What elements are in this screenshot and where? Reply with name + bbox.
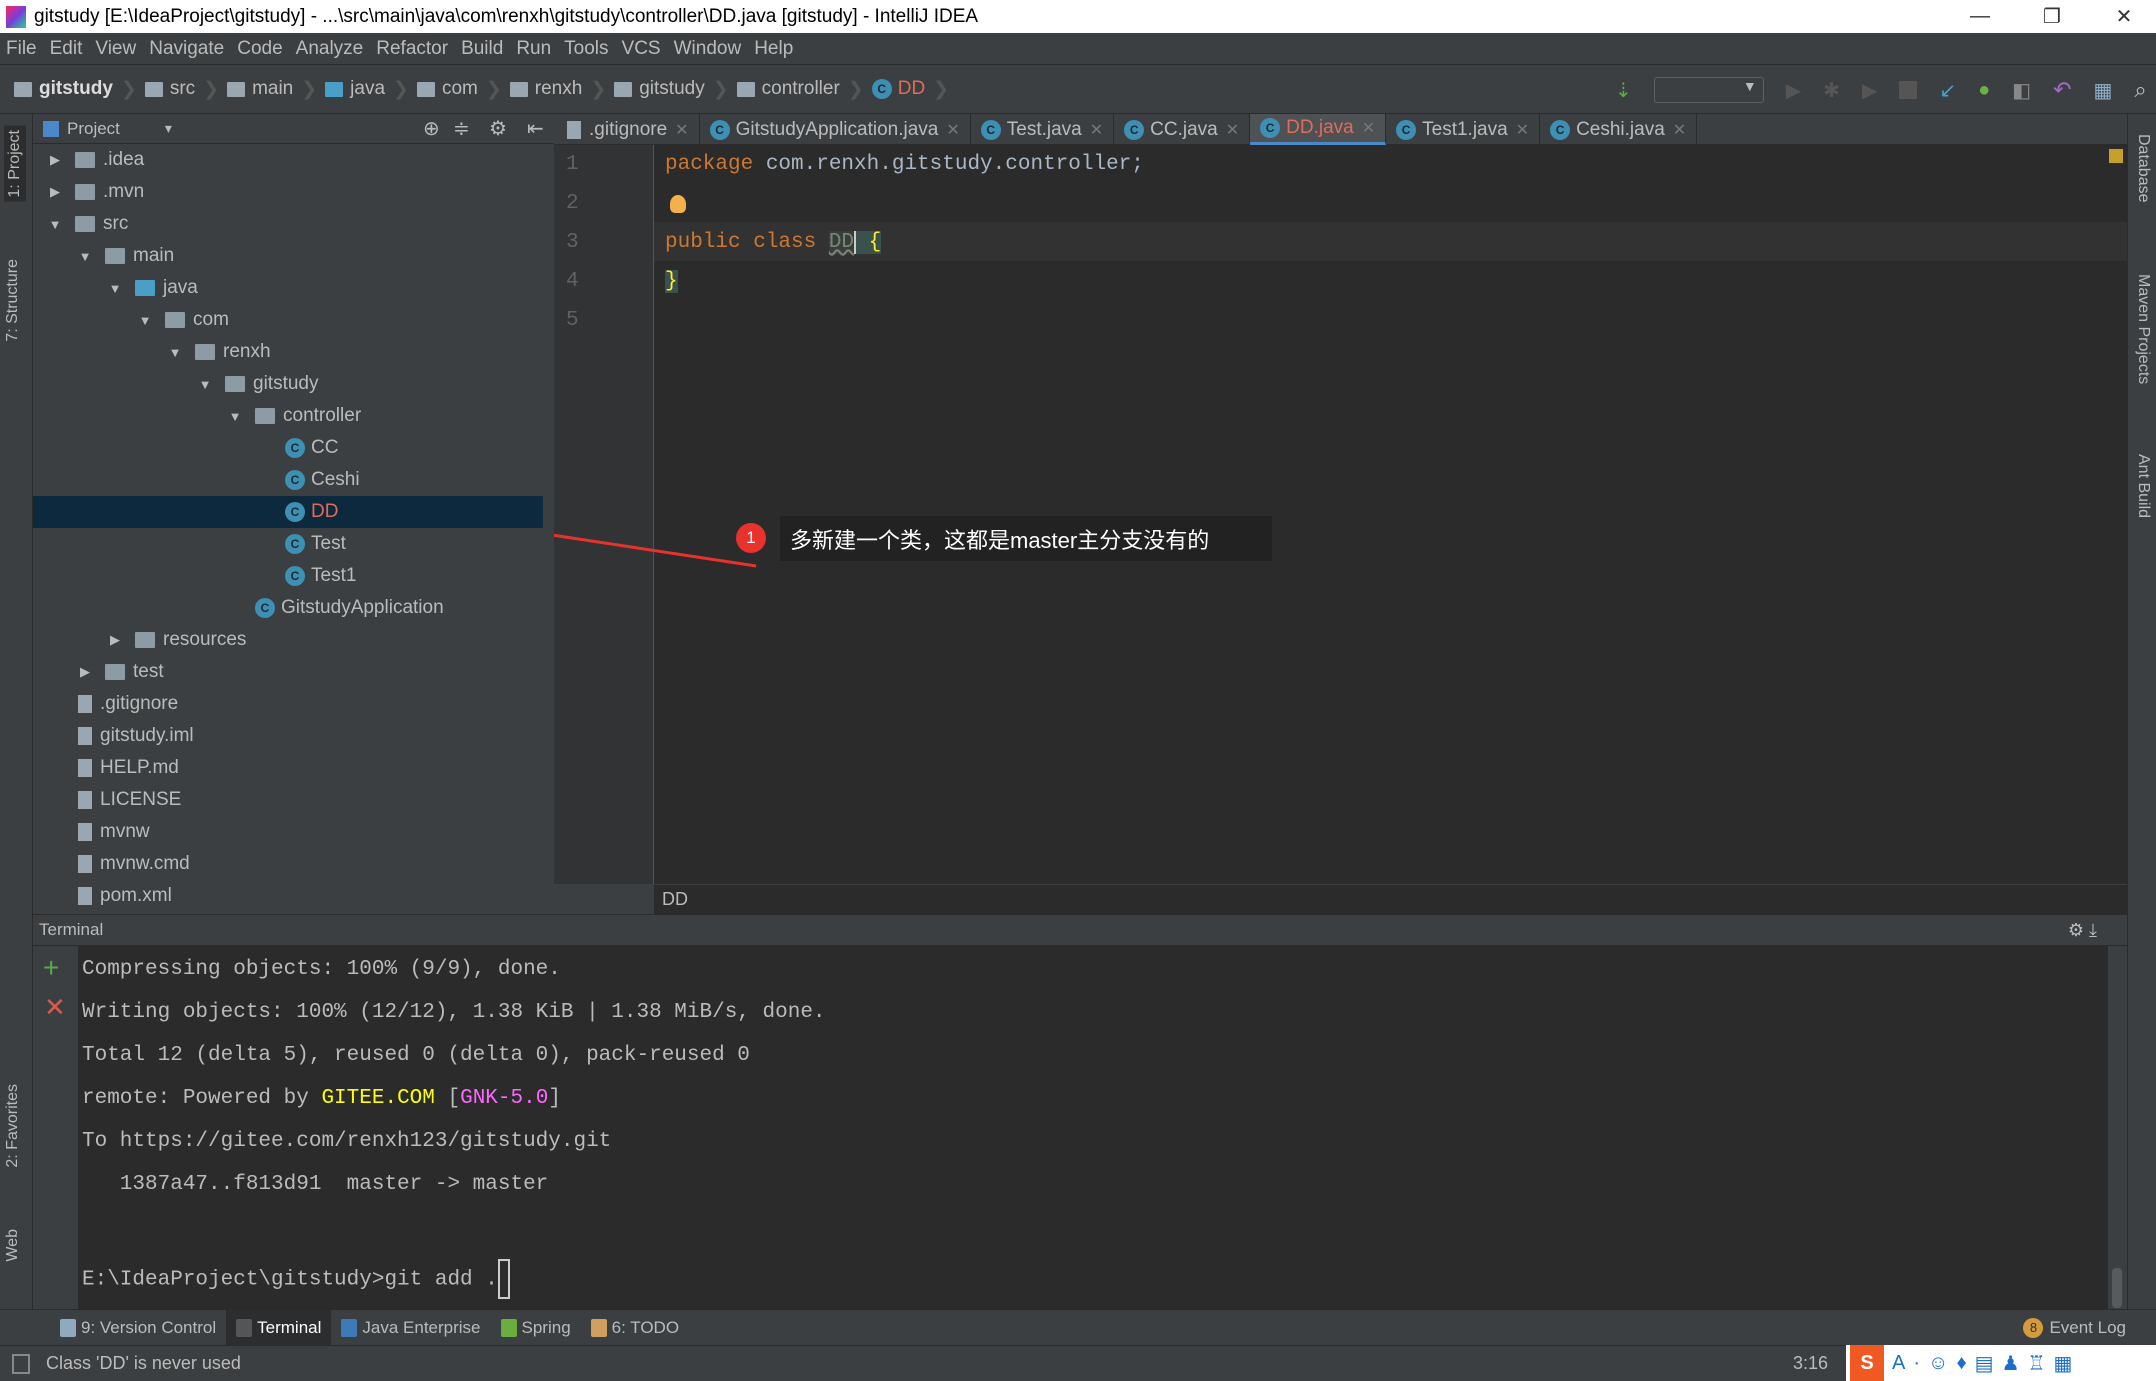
file-icon	[78, 727, 92, 745]
folder-icon	[135, 632, 155, 648]
chevron-right-icon[interactable]: ▶	[105, 632, 125, 648]
chevron-down-icon[interactable]: ▼	[165, 345, 185, 360]
chevron-down-icon[interactable]: ▼	[105, 281, 125, 296]
tree-item-test1[interactable]: C Test1	[33, 560, 543, 592]
tree-item-label: Ceshi	[311, 469, 360, 490]
class-icon: C	[285, 566, 305, 586]
tree-item-gitstudyapplication[interactable]: C GitstudyApplication	[33, 592, 543, 624]
tree-item-test[interactable]: C Test	[33, 528, 543, 560]
annotation-badge: 1	[736, 523, 766, 553]
file-icon	[78, 695, 92, 713]
tree-item-com[interactable]: ▼ com	[33, 304, 543, 336]
chevron-down-icon[interactable]: ▼	[75, 249, 95, 264]
tree-item-label: LICENSE	[100, 789, 182, 810]
tree-item-java[interactable]: ▼ java	[33, 272, 543, 304]
file-icon	[78, 791, 92, 809]
tree-item--gitignore[interactable]: .gitignore	[33, 688, 543, 720]
tree-item-label: mvnw.cmd	[100, 853, 190, 874]
file-icon	[78, 759, 92, 777]
tree-item-label: mvnw	[100, 821, 150, 842]
project-tree: ▶ .idea ▶ .mvn ▼ src ▼ main ▼ java ▼ com ▼ renxh ▼ gits…	[33, 144, 554, 914]
tree-item-cc[interactable]: C CC	[33, 432, 543, 464]
tree-item-test[interactable]: ▶ test	[33, 656, 543, 688]
tree-item-gitstudy[interactable]: ▼ gitstudy	[33, 368, 543, 400]
tree-item-label: main	[133, 245, 175, 266]
tree-item-label: Test	[311, 533, 346, 554]
tree-item-label: gitstudy	[253, 373, 319, 394]
file-icon	[78, 887, 92, 905]
tree-item-resources[interactable]: ▶ resources	[33, 624, 543, 656]
class-icon: C	[285, 502, 305, 522]
tree-item-pom-xml[interactable]: pom.xml	[33, 880, 543, 912]
chevron-right-icon[interactable]: ▶	[45, 184, 65, 200]
tree-item-dd[interactable]: C DD	[33, 496, 543, 528]
tree-item-label: .idea	[103, 149, 145, 170]
chevron-down-icon[interactable]: ▼	[135, 313, 155, 328]
class-icon: C	[255, 598, 275, 618]
class-icon: C	[285, 470, 305, 490]
folder-icon	[105, 248, 125, 264]
tree-item-src[interactable]: ▼ src	[33, 208, 543, 240]
folder-icon	[75, 152, 95, 168]
tree-item-label: gitstudy.iml	[100, 725, 194, 746]
annotation-callout: 多新建一个类，这都是master主分支没有的	[780, 516, 1272, 561]
tree-item-label: .gitignore	[100, 693, 179, 714]
tree-item-label: com	[193, 309, 229, 330]
tree-item-controller[interactable]: ▼ controller	[33, 400, 543, 432]
file-icon	[78, 823, 92, 841]
package-icon	[225, 376, 245, 392]
tree-item-label: test	[133, 661, 164, 682]
tree-item-label: .mvn	[103, 181, 145, 202]
tree-item-label: CC	[311, 437, 339, 458]
class-icon: C	[285, 534, 305, 554]
file-icon	[78, 855, 92, 873]
package-icon	[255, 408, 275, 424]
tree-item-label: controller	[283, 405, 362, 426]
folder-icon	[75, 184, 95, 200]
tree-item-label: java	[163, 277, 198, 298]
tree-item-ceshi[interactable]: C Ceshi	[33, 464, 543, 496]
tree-item-label: DD	[311, 501, 339, 522]
tree-item-mvnw-cmd[interactable]: mvnw.cmd	[33, 848, 543, 880]
tree-item--idea[interactable]: ▶ .idea	[33, 144, 543, 176]
chevron-down-icon[interactable]: ▼	[195, 377, 215, 392]
chevron-right-icon[interactable]: ▶	[75, 664, 95, 680]
class-icon: C	[285, 438, 305, 458]
package-icon	[195, 344, 215, 360]
tree-item-label: HELP.md	[100, 757, 179, 778]
tree-item-label: pom.xml	[100, 885, 172, 906]
tree-item-label: resources	[163, 629, 247, 650]
folder-icon	[105, 664, 125, 680]
chevron-down-icon[interactable]: ▼	[225, 409, 245, 424]
tree-item-renxh[interactable]: ▼ renxh	[33, 336, 543, 368]
tree-item-label: src	[103, 213, 129, 234]
tree-item-mvnw[interactable]: mvnw	[33, 816, 543, 848]
tree-item-license[interactable]: LICENSE	[33, 784, 543, 816]
chevron-right-icon[interactable]: ▶	[45, 152, 65, 168]
tree-item-main[interactable]: ▼ main	[33, 240, 543, 272]
tree-item-label: renxh	[223, 341, 271, 362]
tree-item-help-md[interactable]: HELP.md	[33, 752, 543, 784]
tree-item-label: GitstudyApplication	[281, 597, 444, 618]
package-icon	[165, 312, 185, 328]
chevron-down-icon[interactable]: ▼	[45, 217, 65, 232]
folder-icon	[75, 216, 95, 232]
tree-item--mvn[interactable]: ▶ .mvn	[33, 176, 543, 208]
tree-item-label: Test1	[311, 565, 357, 586]
tree-item-gitstudy-iml[interactable]: gitstudy.iml	[33, 720, 543, 752]
folder-icon	[135, 280, 155, 296]
